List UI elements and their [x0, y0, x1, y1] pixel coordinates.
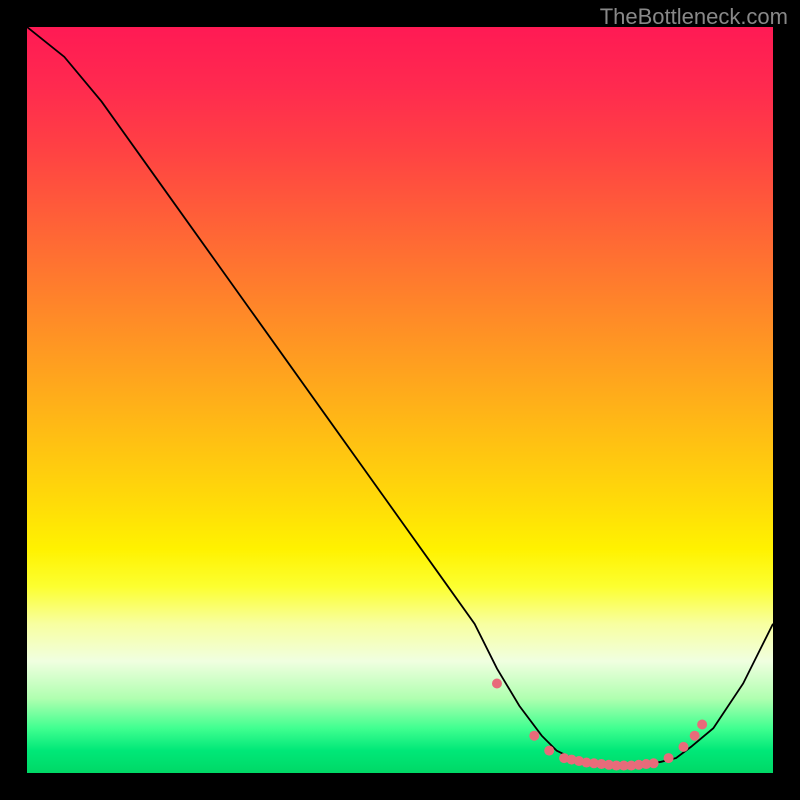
bottleneck-curve: [27, 27, 773, 766]
plot-area: [27, 27, 773, 773]
attribution-text: TheBottleneck.com: [600, 4, 788, 30]
marker-points: [492, 678, 707, 770]
marker-point: [697, 720, 707, 730]
marker-point: [649, 758, 659, 768]
marker-point: [529, 731, 539, 741]
marker-point: [544, 746, 554, 756]
marker-point: [664, 753, 674, 763]
marker-point: [690, 731, 700, 741]
chart-svg: [27, 27, 773, 773]
marker-point: [492, 678, 502, 688]
marker-point: [678, 742, 688, 752]
